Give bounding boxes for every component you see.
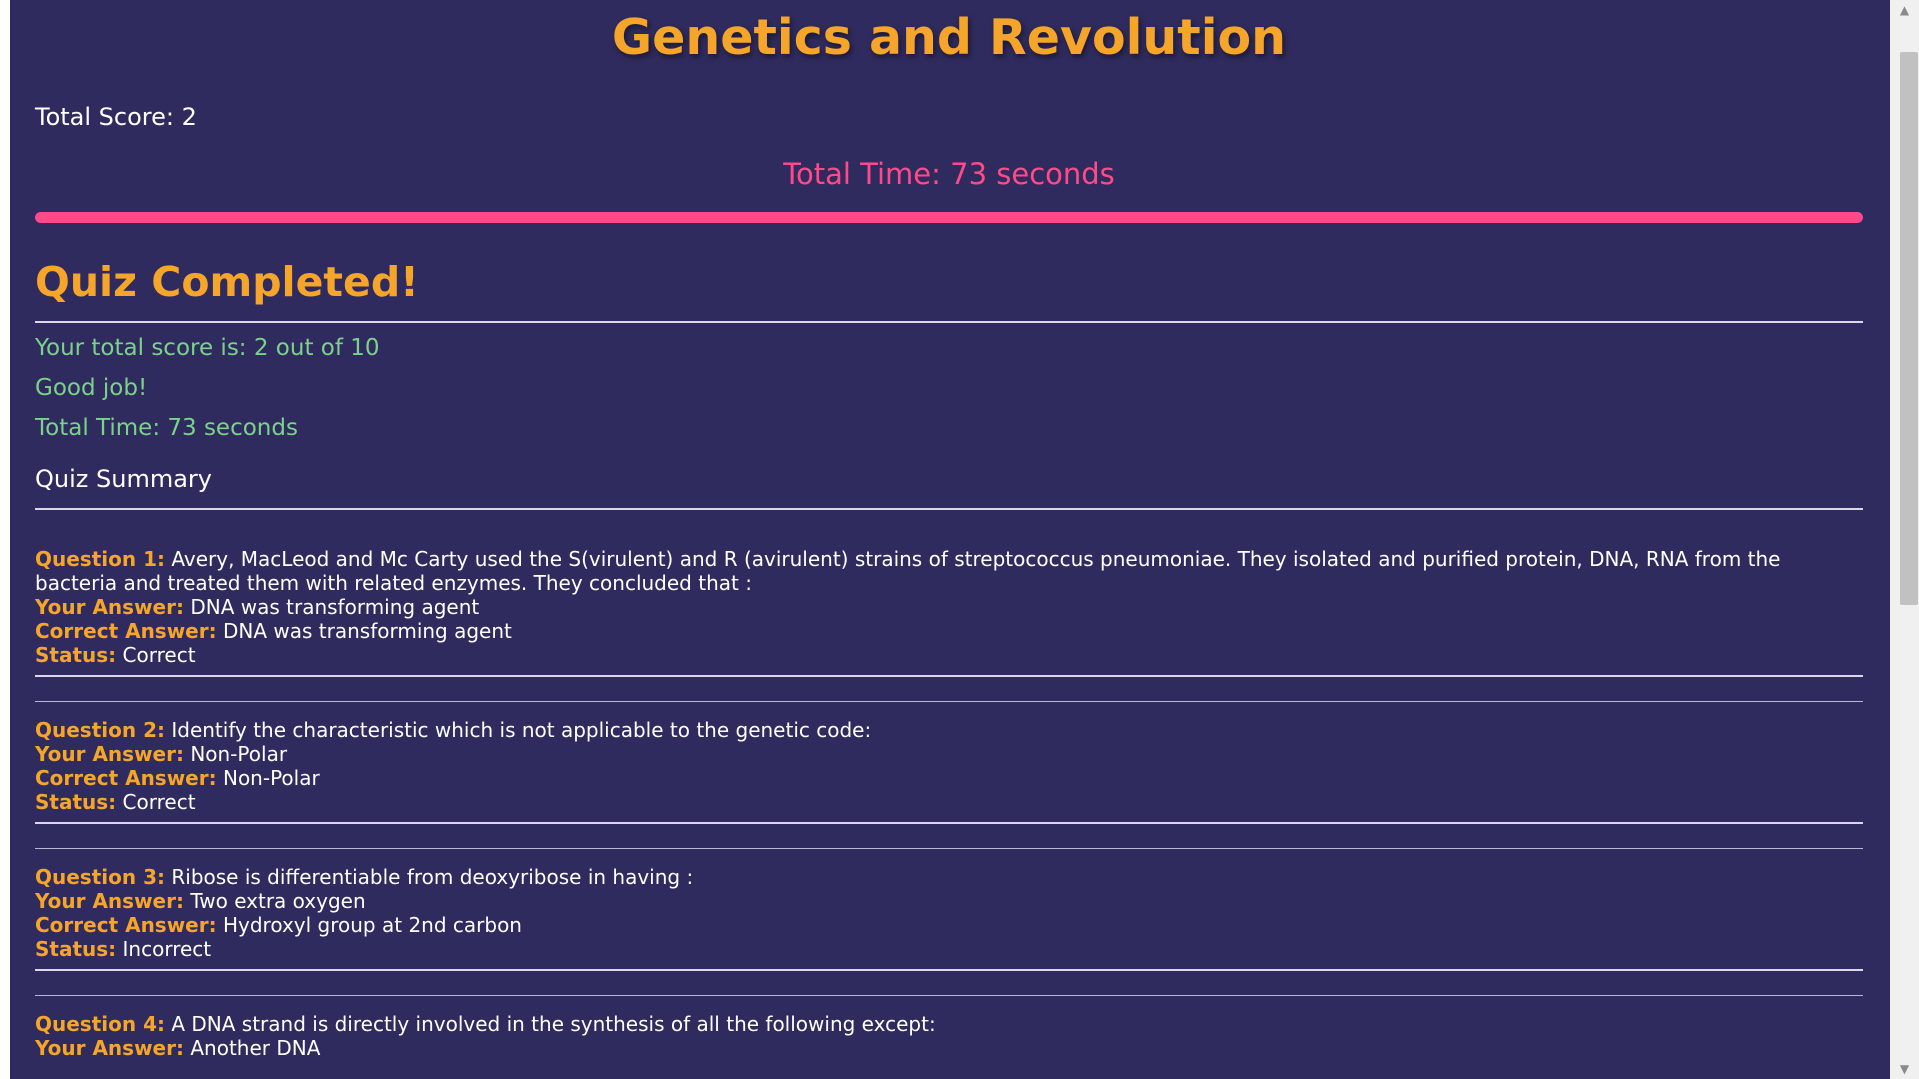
- quiz-summary-heading: Quiz Summary: [35, 465, 212, 493]
- quiz-page: Genetics and Revolution Total Score: 2 T…: [10, 0, 1890, 1079]
- divider: [35, 995, 1863, 996]
- progress-bar-fill: [35, 212, 1863, 223]
- your-answer-line: Your Answer: Two extra oxygen: [35, 889, 1863, 913]
- question-label: Question 1:: [35, 547, 165, 571]
- quiz-completed-title: Quiz Completed!: [35, 258, 419, 306]
- question-line: Question 4: A DNA strand is directly inv…: [35, 1012, 1863, 1036]
- correct-answer-label: Correct Answer:: [35, 766, 217, 790]
- question-text: Identify the characteristic which is not…: [171, 718, 872, 742]
- summary-item-question-3: Question 3: Ribose is differentiable fro…: [35, 865, 1863, 961]
- summary-item-question-4: Question 4: A DNA strand is directly inv…: [35, 1012, 1863, 1060]
- chevron-up-icon[interactable]: ▲: [1890, 0, 1919, 20]
- scrollbar-thumb[interactable]: [1900, 52, 1918, 605]
- summary-item-question-1: Question 1: Avery, MacLeod and Mc Carty …: [35, 547, 1863, 667]
- divider: [35, 321, 1863, 323]
- your-answer-line: Your Answer: Another DNA: [35, 1036, 1863, 1060]
- divider: [35, 822, 1863, 824]
- divider: [35, 848, 1863, 849]
- your-answer-label: Your Answer:: [35, 889, 184, 913]
- status-label: Status:: [35, 643, 117, 667]
- your-answer-line: Your Answer: Non-Polar: [35, 742, 1863, 766]
- correct-answer-value: DNA was transforming agent: [222, 619, 512, 643]
- question-label: Question 3:: [35, 865, 165, 889]
- status-value: Correct: [122, 643, 196, 667]
- correct-answer-value: Non-Polar: [222, 766, 320, 790]
- quiz-content: Genetics and Revolution Total Score: 2 T…: [35, 0, 1863, 1060]
- status-value: Correct: [122, 790, 196, 814]
- correct-answer-label: Correct Answer:: [35, 619, 217, 643]
- status-label: Status:: [35, 790, 117, 814]
- your-answer-label: Your Answer:: [35, 742, 184, 766]
- correct-answer-line: Correct Answer: Non-Polar: [35, 766, 1863, 790]
- status-label: Status:: [35, 937, 117, 961]
- correct-answer-value: Hydroxyl group at 2nd carbon: [222, 913, 522, 937]
- progress-bar: [35, 212, 1863, 223]
- app-title: Genetics and Revolution: [611, 9, 1287, 66]
- question-label: Question 4:: [35, 1012, 165, 1036]
- status-value: Incorrect: [122, 937, 212, 961]
- chevron-down-icon[interactable]: ▼: [1890, 1059, 1919, 1079]
- status-line: Status: Correct: [35, 643, 1863, 667]
- divider: [35, 969, 1863, 971]
- question-text: A DNA strand is directly involved in the…: [171, 1012, 936, 1036]
- final-score-line: Your total score is: 2 out of 10: [35, 335, 380, 361]
- summary-item-question-2: Question 2: Identify the characteristic …: [35, 718, 1863, 814]
- status-line: Status: Correct: [35, 790, 1863, 814]
- your-answer-value: DNA was transforming agent: [190, 595, 480, 619]
- your-answer-value: Another DNA: [190, 1036, 321, 1060]
- final-time-line: Total Time: 73 seconds: [35, 415, 298, 441]
- divider: [35, 675, 1863, 677]
- divider: [35, 701, 1863, 702]
- question-line: Question 3: Ribose is differentiable fro…: [35, 865, 1863, 889]
- feedback-message: Good job!: [35, 375, 148, 401]
- question-line: Question 2: Identify the characteristic …: [35, 718, 1863, 742]
- total-time-display: Total Time: 73 seconds: [783, 157, 1115, 191]
- correct-answer-line: Correct Answer: DNA was transforming age…: [35, 619, 1863, 643]
- total-score: Total Score: 2: [35, 103, 197, 131]
- question-text: Avery, MacLeod and Mc Carty used the S(v…: [35, 547, 1781, 595]
- divider: [35, 508, 1863, 510]
- your-answer-value: Two extra oxygen: [190, 889, 366, 913]
- question-text: Ribose is differentiable from deoxyribos…: [171, 865, 694, 889]
- status-line: Status: Incorrect: [35, 937, 1863, 961]
- your-answer-line: Your Answer: DNA was transforming agent: [35, 595, 1863, 619]
- correct-answer-label: Correct Answer:: [35, 913, 217, 937]
- your-answer-label: Your Answer:: [35, 1036, 184, 1060]
- your-answer-value: Non-Polar: [190, 742, 288, 766]
- question-line: Question 1: Avery, MacLeod and Mc Carty …: [35, 547, 1863, 595]
- your-answer-label: Your Answer:: [35, 595, 184, 619]
- correct-answer-line: Correct Answer: Hydroxyl group at 2nd ca…: [35, 913, 1863, 937]
- vertical-scrollbar[interactable]: ▲ ▼: [1890, 0, 1919, 1079]
- question-label: Question 2:: [35, 718, 165, 742]
